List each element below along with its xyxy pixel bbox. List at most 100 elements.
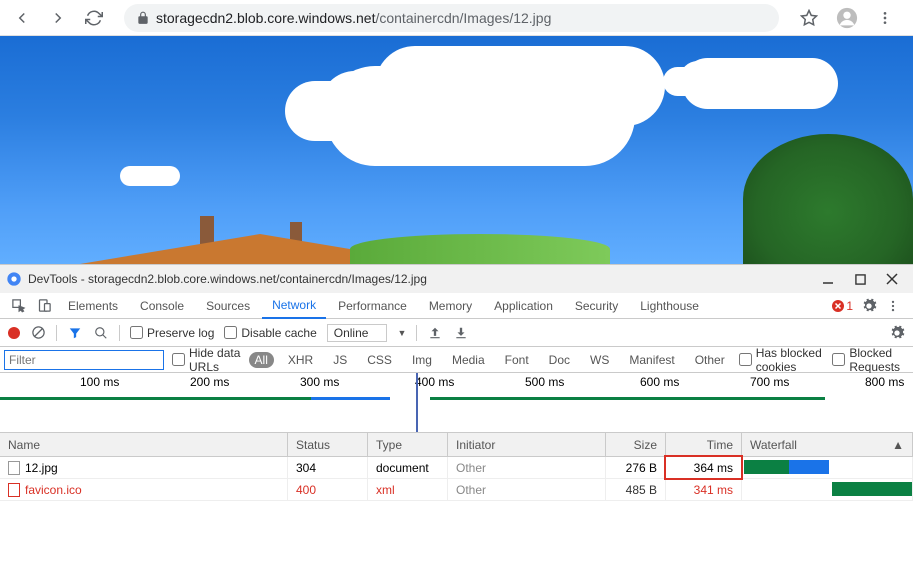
row-type: document (368, 457, 448, 478)
file-icon (8, 483, 20, 497)
disable-cache-checkbox[interactable]: Disable cache (224, 326, 316, 340)
filter-type-other[interactable]: Other (689, 352, 731, 368)
col-size[interactable]: Size (606, 433, 666, 456)
row-initiator: Other (448, 479, 606, 500)
filter-type-font[interactable]: Font (499, 352, 535, 368)
row-status: 304 (288, 457, 368, 478)
device-toggle-icon[interactable] (32, 298, 56, 313)
has-blocked-cookies-checkbox[interactable]: Has blocked cookies (739, 346, 825, 374)
col-status[interactable]: Status (288, 433, 368, 456)
col-time[interactable]: Time (666, 433, 742, 456)
menu-dots-icon[interactable] (871, 4, 899, 32)
profile-avatar-icon[interactable] (833, 4, 861, 32)
devtools-panel: DevTools - storagecdn2.blob.core.windows… (0, 264, 913, 567)
row-type: xml (368, 479, 448, 500)
network-grid: Name Status Type Initiator Size Time Wat… (0, 433, 913, 567)
timeline-tick: 300 ms (300, 375, 339, 389)
tab-network[interactable]: Network (262, 293, 326, 319)
back-button[interactable] (8, 4, 36, 32)
download-icon[interactable] (453, 325, 469, 341)
upload-icon[interactable] (427, 325, 443, 341)
reload-button[interactable] (80, 4, 108, 32)
devtools-tabs: Elements Console Sources Network Perform… (0, 293, 913, 319)
timeline-overview[interactable]: 100 ms 200 ms 300 ms 400 ms 500 ms 600 m… (0, 373, 913, 433)
col-type[interactable]: Type (368, 433, 448, 456)
row-waterfall (742, 457, 913, 478)
network-toolbar: Preserve log Disable cache Online ▼ (0, 319, 913, 347)
page-content-image (0, 36, 913, 264)
throttle-caret-icon: ▼ (397, 328, 406, 338)
filter-type-doc[interactable]: Doc (543, 352, 576, 368)
tab-application[interactable]: Application (484, 293, 563, 319)
forward-button[interactable] (44, 4, 72, 32)
search-icon[interactable] (93, 325, 109, 341)
timeline-tick: 500 ms (525, 375, 564, 389)
tab-lighthouse[interactable]: Lighthouse (630, 293, 709, 319)
tab-elements[interactable]: Elements (58, 293, 128, 319)
record-button[interactable] (8, 327, 20, 339)
browser-toolbar: storagecdn2.blob.core.windows.net/contai… (0, 0, 913, 36)
preserve-log-checkbox[interactable]: Preserve log (130, 326, 214, 340)
tab-performance[interactable]: Performance (328, 293, 417, 319)
timeline-tick: 700 ms (750, 375, 789, 389)
timeline-tick: 600 ms (640, 375, 679, 389)
row-size: 276 B (606, 457, 666, 478)
filter-type-css[interactable]: CSS (361, 352, 398, 368)
timeline-tick: 400 ms (415, 375, 454, 389)
tab-console[interactable]: Console (130, 293, 194, 319)
filter-type-ws[interactable]: WS (584, 352, 615, 368)
timeline-tick: 800 ms (865, 375, 904, 389)
waterfall-bar (744, 460, 789, 474)
devtools-icon (6, 271, 22, 287)
filter-type-xhr[interactable]: XHR (282, 352, 319, 368)
row-initiator: Other (448, 457, 606, 478)
col-initiator[interactable]: Initiator (448, 433, 606, 456)
grid-header: Name Status Type Initiator Size Time Wat… (0, 433, 913, 457)
minimize-button[interactable] (821, 272, 835, 286)
url-host: storagecdn2.blob.core.windows.net (156, 10, 375, 26)
close-button[interactable] (885, 272, 899, 286)
timeline-bar (430, 397, 825, 400)
filter-type-js[interactable]: JS (327, 352, 353, 368)
clear-button[interactable] (30, 325, 46, 341)
blocked-requests-checkbox[interactable]: Blocked Requests (832, 346, 909, 374)
preserve-log-label: Preserve log (147, 326, 214, 340)
tab-memory[interactable]: Memory (419, 293, 482, 319)
row-time: 364 ms (666, 457, 742, 478)
inspect-icon[interactable] (6, 298, 30, 313)
error-count-badge[interactable]: 1 (832, 299, 853, 313)
hide-data-urls-label: Hide data URLs (189, 346, 241, 374)
table-row[interactable]: favicon.ico 400 xml Other 485 B 341 ms (0, 479, 913, 501)
file-icon (8, 461, 20, 475)
devtools-title: DevTools - storagecdn2.blob.core.windows… (28, 272, 821, 286)
more-dots-icon[interactable] (885, 298, 901, 314)
row-size: 485 B (606, 479, 666, 500)
row-name: 12.jpg (25, 461, 58, 475)
devtools-titlebar: DevTools - storagecdn2.blob.core.windows… (0, 265, 913, 293)
col-waterfall[interactable]: Waterfall▲ (742, 433, 913, 456)
row-waterfall (742, 479, 913, 500)
bookmark-star-icon[interactable] (795, 4, 823, 32)
filter-icon[interactable] (67, 325, 83, 341)
table-row[interactable]: 12.jpg 304 document Other 276 B 364 ms (0, 457, 913, 479)
maximize-button[interactable] (853, 272, 867, 286)
row-time: 341 ms (666, 479, 742, 500)
throttle-select[interactable]: Online (327, 324, 388, 342)
settings-gear-icon[interactable] (861, 298, 877, 314)
timeline-bar-blue (311, 397, 390, 400)
timeline-cursor (416, 373, 418, 432)
tab-sources[interactable]: Sources (196, 293, 260, 319)
filter-type-img[interactable]: Img (406, 352, 438, 368)
disable-cache-label: Disable cache (241, 326, 316, 340)
address-bar[interactable]: storagecdn2.blob.core.windows.net/contai… (124, 4, 779, 32)
filter-row: Hide data URLs All XHR JS CSS Img Media … (0, 347, 913, 373)
filter-type-manifest[interactable]: Manifest (623, 352, 680, 368)
col-name[interactable]: Name (0, 433, 288, 456)
toolbar-gear-icon[interactable] (889, 325, 905, 341)
filter-type-media[interactable]: Media (446, 352, 491, 368)
filter-type-all[interactable]: All (249, 352, 274, 368)
hide-data-urls-checkbox[interactable]: Hide data URLs (172, 346, 241, 374)
highlight-annotation (664, 455, 743, 480)
filter-input[interactable] (4, 350, 164, 370)
tab-security[interactable]: Security (565, 293, 628, 319)
